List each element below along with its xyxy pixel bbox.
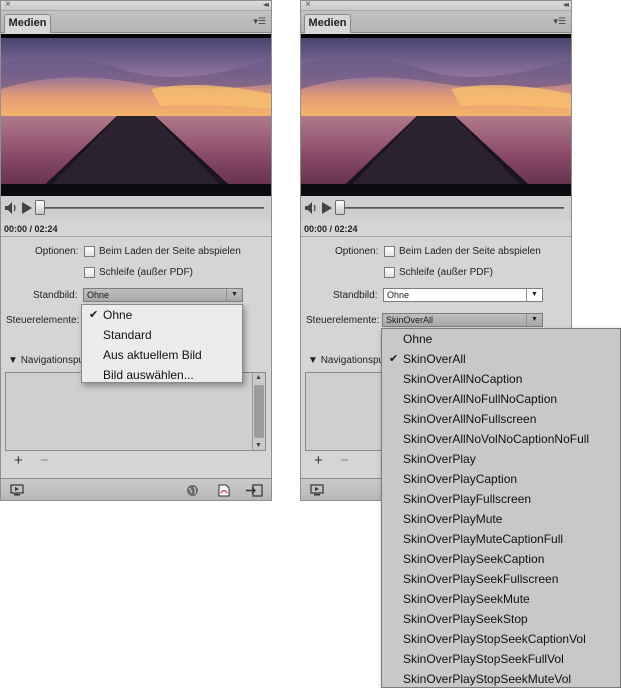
menu-item-skinoverplayseekfullscreen[interactable]: SkinOverPlaySeekFullscreen <box>382 569 620 589</box>
menu-item-skinoverplaystopseekfullvol[interactable]: SkinOverPlayStopSeekFullVol <box>382 649 620 669</box>
globe-icon[interactable] <box>186 484 199 497</box>
menu-item-bild-auswaehlen[interactable]: Bild auswählen... <box>82 365 242 385</box>
controls-dropdown-menu: Ohne ✔ SkinOverAll SkinOverAllNoCaption S… <box>381 328 621 688</box>
menu-item-skinoverplayseekcaption[interactable]: SkinOverPlaySeekCaption <box>382 549 620 569</box>
tab-medien[interactable]: Medien <box>304 14 351 33</box>
panel-menu-icon[interactable]: ▾☰ <box>253 16 266 27</box>
remove-point-button[interactable]: − <box>40 453 49 468</box>
sunset-pier-image <box>301 34 571 196</box>
chevron-down-icon: ▼ <box>526 289 542 301</box>
loop-checkbox[interactable] <box>384 267 395 278</box>
scrollbar[interactable]: ▲ ▼ <box>252 373 265 450</box>
controls-select[interactable]: SkinOverAll ▼ <box>382 313 543 327</box>
export-icon[interactable] <box>245 484 263 497</box>
controls-label: Steuerelemente: <box>6 315 80 326</box>
navigation-points-header[interactable]: ▼ Navigationspu <box>308 355 384 366</box>
autoplay-checkbox[interactable] <box>84 246 95 257</box>
divider <box>1 236 271 237</box>
menu-item-skinoverallnofullnocaption[interactable]: SkinOverAllNoFullNoCaption <box>382 389 620 409</box>
checkmark-icon: ✔ <box>89 309 99 321</box>
menu-item-aus-aktuellem-bild[interactable]: Aus aktuellem Bild <box>82 345 242 365</box>
menu-item-skinoverallnocaption[interactable]: SkinOverAllNoCaption <box>382 369 620 389</box>
chevron-down-icon: ▼ <box>526 314 542 326</box>
pdf-icon[interactable] <box>218 484 230 497</box>
navigation-points-label: Navigationspu <box>320 355 385 366</box>
checkmark-icon: ✔ <box>389 353 399 365</box>
play-icon[interactable] <box>322 202 332 214</box>
video-preview <box>1 34 271 196</box>
preview-icon[interactable] <box>10 484 24 496</box>
loop-checkbox[interactable] <box>84 267 95 278</box>
menu-item-skinoverplaycaption[interactable]: SkinOverPlayCaption <box>382 469 620 489</box>
menu-item-skinoverplayseekmute[interactable]: SkinOverPlaySeekMute <box>382 589 620 609</box>
menu-item-skinoverplayfullscreen[interactable]: SkinOverPlayFullscreen <box>382 489 620 509</box>
divider <box>301 236 571 237</box>
media-panel-left: × ◂◂ Medien ▾☰ 00:00 / 02:24 Optionen: B… <box>0 0 272 501</box>
menu-item-skinoverplaystopseekcaptionvol[interactable]: SkinOverPlayStopSeekCaptionVol <box>382 629 620 649</box>
scroll-thumb[interactable] <box>254 385 264 438</box>
menu-item-skinoverallnovolnocaptionnofull[interactable]: SkinOverAllNoVolNoCaptionNoFull <box>382 429 620 449</box>
loop-label: Schleife (außer PDF) <box>399 267 493 278</box>
close-icon[interactable]: × <box>5 0 11 10</box>
preview-icon[interactable] <box>310 484 324 496</box>
poster-select[interactable]: Ohne ▼ <box>83 288 243 302</box>
controls-label: Steuerelemente: <box>306 315 380 326</box>
media-controls <box>301 197 571 221</box>
poster-label: Standbild: <box>333 290 378 301</box>
poster-select[interactable]: Ohne ▼ <box>383 288 543 302</box>
scroll-down-icon[interactable]: ▼ <box>255 442 262 449</box>
timecode: 00:00 / 02:24 <box>4 224 58 234</box>
menu-item-ohne[interactable]: ✔ Ohne <box>82 305 242 325</box>
menu-item-skinoverplaymute[interactable]: SkinOverPlayMute <box>382 509 620 529</box>
options-label: Optionen: <box>335 246 379 257</box>
poster-dropdown-menu: ✔ Ohne Standard Aus aktuellem Bild Bild a… <box>81 304 243 383</box>
controls-select-value: SkinOverAll <box>386 315 434 325</box>
speaker-icon[interactable] <box>3 200 19 216</box>
tab-bar: Medien ▾☰ <box>1 11 271 33</box>
navigation-points-label: Navigationspu <box>20 355 85 366</box>
tab-medien[interactable]: Medien <box>4 14 51 33</box>
menu-item-skinoverallnofullscreen[interactable]: SkinOverAllNoFullscreen <box>382 409 620 429</box>
scrub-handle[interactable] <box>335 200 345 215</box>
menu-item-skinoverplay[interactable]: SkinOverPlay <box>382 449 620 469</box>
chevron-down-icon: ▼ <box>226 289 242 301</box>
play-icon[interactable] <box>22 202 32 214</box>
menu-item-ohne[interactable]: Ohne <box>382 329 620 349</box>
media-controls <box>1 197 271 221</box>
poster-label: Standbild: <box>33 290 78 301</box>
scrub-bar[interactable] <box>39 207 264 209</box>
add-point-button[interactable]: + <box>314 453 323 468</box>
autoplay-label: Beim Laden der Seite abspielen <box>399 246 541 257</box>
menu-item-skinoverplaymutecaptionfull[interactable]: SkinOverPlayMuteCaptionFull <box>382 529 620 549</box>
autoplay-label: Beim Laden der Seite abspielen <box>99 246 241 257</box>
panel-menu-icon[interactable]: ▾☰ <box>553 16 566 27</box>
collapse-icon[interactable]: ◂◂ <box>263 0 269 10</box>
collapse-icon[interactable]: ◂◂ <box>563 0 569 10</box>
add-point-button[interactable]: + <box>14 453 23 468</box>
autoplay-checkbox[interactable] <box>384 246 395 257</box>
video-preview <box>301 34 571 196</box>
scroll-up-icon[interactable]: ▲ <box>255 374 262 381</box>
scrub-bar[interactable] <box>339 207 564 209</box>
scrub-handle[interactable] <box>35 200 45 215</box>
navigation-points-header[interactable]: ▼ Navigationspu <box>8 355 84 366</box>
poster-select-value: Ohne <box>87 290 110 300</box>
menu-item-skinoverplayseekstop[interactable]: SkinOverPlaySeekStop <box>382 609 620 629</box>
sunset-pier-image <box>1 34 271 196</box>
poster-select-value: Ohne <box>387 290 410 300</box>
loop-label: Schleife (außer PDF) <box>99 267 193 278</box>
panel-top-strip: × ◂◂ <box>1 0 271 11</box>
panel-top-strip: × ◂◂ <box>301 0 571 11</box>
remove-point-button[interactable]: − <box>340 453 349 468</box>
options-label: Optionen: <box>35 246 79 257</box>
tab-bar: Medien ▾☰ <box>301 11 571 33</box>
menu-item-skinoverplaystopseekmutevol[interactable]: SkinOverPlayStopSeekMuteVol <box>382 669 620 688</box>
timecode: 00:00 / 02:24 <box>304 224 358 234</box>
menu-item-standard[interactable]: Standard <box>82 325 242 345</box>
close-icon[interactable]: × <box>305 0 311 10</box>
menu-item-skinoverall[interactable]: ✔ SkinOverAll <box>382 349 620 369</box>
panel-footer <box>1 478 271 500</box>
speaker-icon[interactable] <box>303 200 319 216</box>
